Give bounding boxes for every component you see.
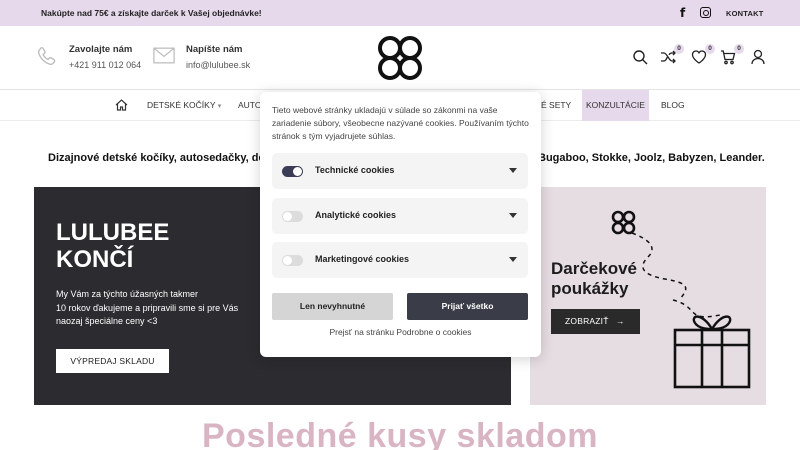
technical-cookies-toggle[interactable] [282, 166, 303, 177]
cookie-category-marketing[interactable]: Marketingové cookies [272, 242, 528, 278]
chevron-down-icon[interactable] [509, 213, 517, 218]
gift-banner-title: Darčekové poukážky [551, 259, 671, 299]
cookie-details-link[interactable]: Prejsť na stránku Podrobne o cookies [260, 327, 541, 337]
cookie-consent-dialog: Tieto webové stránky ukladajú v súlade s… [260, 92, 541, 357]
show-vouchers-label: ZOBRAZIŤ [565, 316, 609, 326]
banner-title-line-2: KONČÍ [56, 246, 134, 273]
contact-link[interactable]: KONTAKT [726, 9, 764, 18]
accept-all-button[interactable]: Prijať všetko [407, 293, 528, 320]
header: Zavolajte nám +421 911 012 064 Napíšte n… [0, 26, 800, 90]
wishlist-count: 0 [705, 44, 715, 54]
chevron-down-icon: ▾ [217, 103, 222, 110]
banner-title-line-1: LULUBEE [56, 219, 170, 246]
cookie-category-technical[interactable]: Technické cookies [272, 153, 528, 189]
banner-text-line-1: My Vám za týchto úžasných takmer [56, 289, 199, 299]
tagline-right: Bugaboo, Stokke, Joolz, Babyzen, Leander… [538, 152, 765, 164]
search-icon[interactable] [632, 49, 648, 65]
mail-icon [153, 47, 175, 64]
top-bar: Nakúpte nad 75€ a získajte darček k Vaše… [0, 0, 800, 26]
nav-item-konzultacie[interactable]: KONZULTÁCIE [582, 90, 649, 121]
phone-label: Zavolajte nám [69, 44, 133, 55]
cart-count: 0 [734, 44, 744, 54]
cart-icon [721, 50, 736, 65]
show-vouchers-button[interactable]: ZOBRAZIŤ → [551, 309, 640, 334]
gift-title-line-2: poukážky [551, 279, 629, 298]
marketing-cookies-toggle[interactable] [282, 255, 303, 266]
mail-address[interactable]: info@lulubee.sk [186, 60, 250, 70]
gift-title-line-1: Darčekové [551, 259, 638, 278]
chevron-down-icon[interactable] [509, 257, 517, 262]
cookie-category-label: Technické cookies [315, 165, 395, 175]
facebook-icon[interactable]: f [680, 6, 690, 20]
mail-label: Napíšte nám [186, 44, 243, 55]
cart-button[interactable]: 0 [720, 44, 744, 65]
stock-sale-button[interactable]: VÝPREDAJ SKLADU [56, 349, 169, 373]
user-icon[interactable] [750, 49, 766, 65]
essential-only-button[interactable]: Len nevyhnutné [272, 293, 393, 320]
nav-item-sety[interactable]: É SETY [541, 90, 571, 121]
cookie-category-label: Marketingové cookies [315, 254, 410, 264]
phone-icon [37, 47, 56, 65]
nav-item-auto[interactable]: AUTO [238, 90, 261, 121]
tagline-left: Dizajnové detské kočíky, autosedačky, de [48, 152, 265, 164]
nav-item-blog[interactable]: BLOG [661, 90, 685, 121]
banner-title: LULUBEE KONČÍ [56, 219, 256, 273]
analytics-cookies-toggle[interactable] [282, 211, 303, 222]
compare-count: 0 [674, 44, 684, 54]
banner-text-line-2: 10 rokov ďakujeme a pripravili sme si pr… [56, 302, 239, 313]
lulubee-logo-icon[interactable] [375, 34, 425, 82]
nav-item-label: DETSKÉ KOČÍKY [147, 100, 216, 110]
chevron-down-icon[interactable] [509, 168, 517, 173]
compare-button[interactable]: 0 [660, 44, 684, 65]
phone-number[interactable]: +421 911 012 064 [69, 60, 141, 70]
cookie-category-label: Analytické cookies [315, 210, 397, 220]
shuffle-icon [661, 50, 676, 64]
banner-text: My Vám za týchto úžasných takmer 10 roko… [56, 288, 286, 329]
cookie-category-analytics[interactable]: Analytické cookies [272, 198, 528, 234]
home-icon[interactable] [115, 99, 128, 111]
wishlist-button[interactable]: 0 [691, 44, 715, 65]
instagram-icon[interactable] [700, 7, 711, 18]
arrow-right-icon: → [616, 316, 625, 326]
gift-voucher-banner[interactable]: Darčekové poukážky ZOBRAZIŤ → [530, 187, 766, 405]
section-heading: Posledné kusy skladom [202, 417, 598, 450]
nav-item-detske-kociky[interactable]: DETSKÉ KOČÍKY ▾ [147, 90, 221, 121]
heart-icon [691, 50, 707, 64]
cookie-intro-text: Tieto webové stránky ukladajú v súlade s… [272, 105, 529, 141]
promo-text: Nakúpte nad 75€ a získajte darček k Vaše… [41, 8, 262, 18]
banner-text-line-3: naozaj špeciálne ceny <3 [56, 316, 158, 326]
